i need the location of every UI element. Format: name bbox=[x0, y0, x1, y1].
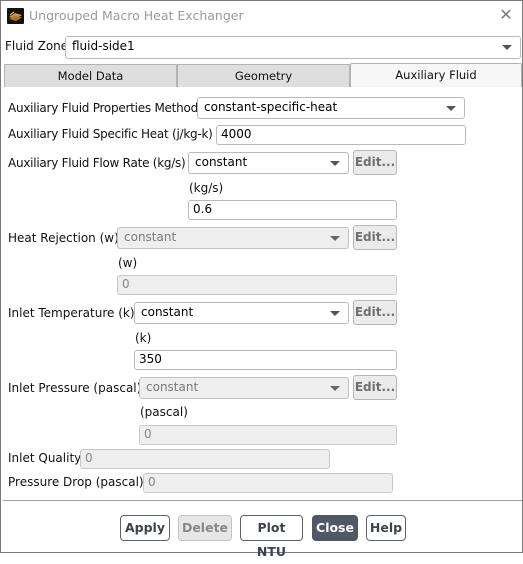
specific-heat-label: Auxiliary Fluid Specific Heat (j/kg-k) bbox=[8, 127, 213, 141]
specific-heat-input[interactable]: 4000 bbox=[216, 125, 466, 145]
fluid-zone-label: Fluid Zone bbox=[5, 39, 69, 53]
close-button[interactable]: Close bbox=[312, 515, 358, 541]
fluid-zone-select[interactable]: fluid-side1 bbox=[65, 36, 521, 59]
chevron-down-icon bbox=[330, 236, 340, 241]
heat-rejection-edit-button[interactable]: Edit... bbox=[353, 225, 397, 250]
inlet-temperature-label: Inlet Temperature (k) bbox=[8, 306, 135, 320]
inlet-pressure-label: Inlet Pressure (pascal) bbox=[8, 381, 142, 395]
delete-button[interactable]: Delete bbox=[178, 515, 232, 541]
properties-method-value: constant-specific-heat bbox=[204, 100, 338, 114]
chevron-down-icon bbox=[330, 386, 340, 391]
heat-rejection-input[interactable]: 0 bbox=[117, 275, 397, 295]
inlet-temperature-method-select[interactable]: constant bbox=[134, 302, 349, 324]
inlet-pressure-edit-button[interactable]: Edit... bbox=[353, 375, 397, 400]
heat-rejection-label: Heat Rejection (w) bbox=[8, 231, 119, 245]
chevron-down-icon bbox=[330, 311, 340, 316]
fluid-zone-value: fluid-side1 bbox=[72, 39, 135, 53]
inlet-temperature-unit-label: (k) bbox=[135, 331, 152, 345]
inlet-pressure-input[interactable]: 0 bbox=[139, 425, 397, 445]
heat-rejection-unit-label: (w) bbox=[118, 256, 138, 270]
title-bar: Ungrouped Macro Heat Exchanger ✕ bbox=[1, 1, 522, 31]
flow-rate-unit-label: (kg/s) bbox=[189, 181, 224, 195]
flow-rate-input[interactable]: 0.6 bbox=[188, 200, 397, 220]
chevron-down-icon bbox=[446, 106, 456, 111]
pressure-drop-input[interactable]: 0 bbox=[143, 473, 393, 493]
inlet-pressure-method-value: constant bbox=[146, 380, 199, 394]
heat-rejection-method-value: constant bbox=[124, 230, 177, 244]
flow-rate-edit-button[interactable]: Edit... bbox=[353, 150, 397, 175]
properties-method-select[interactable]: constant-specific-heat bbox=[197, 97, 465, 119]
pressure-drop-label: Pressure Drop (pascal) bbox=[8, 475, 144, 489]
fluent-app-icon bbox=[7, 8, 24, 24]
flow-rate-method-value: constant bbox=[195, 155, 248, 169]
help-button[interactable]: Help bbox=[366, 515, 406, 541]
chevron-down-icon bbox=[330, 161, 340, 166]
tab-model-data[interactable]: Model Data bbox=[4, 64, 177, 87]
tab-geometry[interactable]: Geometry bbox=[177, 64, 350, 87]
inlet-quality-input[interactable]: 0 bbox=[80, 449, 330, 469]
heat-rejection-method-select[interactable]: constant bbox=[117, 227, 349, 249]
inlet-pressure-method-select[interactable]: constant bbox=[139, 377, 349, 399]
plot-ntu-button[interactable]: Plot NTU bbox=[240, 515, 303, 559]
properties-method-label: Auxiliary Fluid Properties Method bbox=[8, 101, 198, 115]
dialog-window: Ungrouped Macro Heat Exchanger ✕ Fluid Z… bbox=[0, 0, 523, 559]
tab-auxiliary-fluid[interactable]: Auxiliary Fluid bbox=[350, 63, 522, 88]
inlet-temperature-edit-button[interactable]: Edit... bbox=[353, 300, 397, 325]
flow-rate-method-select[interactable]: constant bbox=[188, 152, 349, 174]
inlet-pressure-unit-label: (pascal) bbox=[140, 405, 188, 419]
close-icon[interactable]: ✕ bbox=[498, 7, 514, 23]
footer-divider bbox=[3, 500, 522, 501]
chevron-down-icon bbox=[502, 45, 512, 50]
inlet-temperature-method-value: constant bbox=[141, 305, 194, 319]
tab-bar: Model Data Geometry Auxiliary Fluid bbox=[4, 63, 522, 88]
apply-button[interactable]: Apply bbox=[120, 515, 170, 541]
flow-rate-label: Auxiliary Fluid Flow Rate (kg/s) bbox=[8, 156, 186, 170]
inlet-quality-label: Inlet Quality bbox=[8, 451, 82, 465]
window-title: Ungrouped Macro Heat Exchanger bbox=[29, 8, 244, 23]
inlet-temperature-input[interactable]: 350 bbox=[134, 350, 397, 370]
